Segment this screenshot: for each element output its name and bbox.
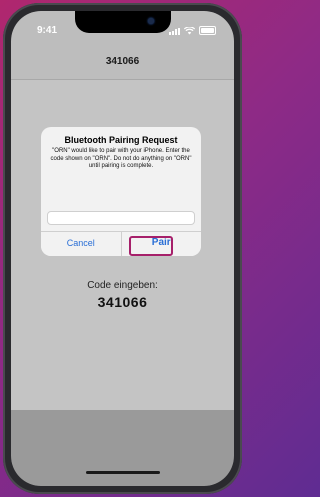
main-content: Bluetooth Pairing Request "ORN" would li… <box>11 80 234 410</box>
pairing-code-value: 341066 <box>97 294 148 310</box>
navigation-bar: 341066 <box>11 45 234 80</box>
code-prompt-label: Code eingeben: <box>87 280 158 291</box>
highlight-annotation <box>129 236 173 256</box>
home-indicator[interactable] <box>86 471 160 474</box>
camera-icon <box>148 18 154 24</box>
bottom-bar <box>11 410 234 486</box>
nav-title: 341066 <box>105 56 140 67</box>
alert-title: Bluetooth Pairing Request <box>64 135 178 145</box>
cancel-button[interactable]: Cancel <box>41 232 121 256</box>
status-icons <box>169 26 216 35</box>
status-time: 9:41 <box>37 25 58 36</box>
cellular-signal-icon <box>169 28 180 35</box>
bluetooth-pairing-alert: Bluetooth Pairing Request "ORN" would li… <box>41 127 201 256</box>
notch <box>75 11 171 33</box>
status-bar: 9:41 <box>11 11 234 45</box>
battery-icon <box>199 26 216 35</box>
wifi-icon <box>184 27 195 35</box>
pairing-code-input[interactable] <box>47 211 195 225</box>
phone-screen: 9:41 341066 Bluetooth Pairing Request "O… <box>11 11 234 486</box>
alert-message: "ORN" would like to pair with your iPhon… <box>50 148 192 169</box>
phone-frame: 9:41 341066 Bluetooth Pairing Request "O… <box>3 3 242 494</box>
alert-button-row: Cancel Pair <box>41 231 201 256</box>
